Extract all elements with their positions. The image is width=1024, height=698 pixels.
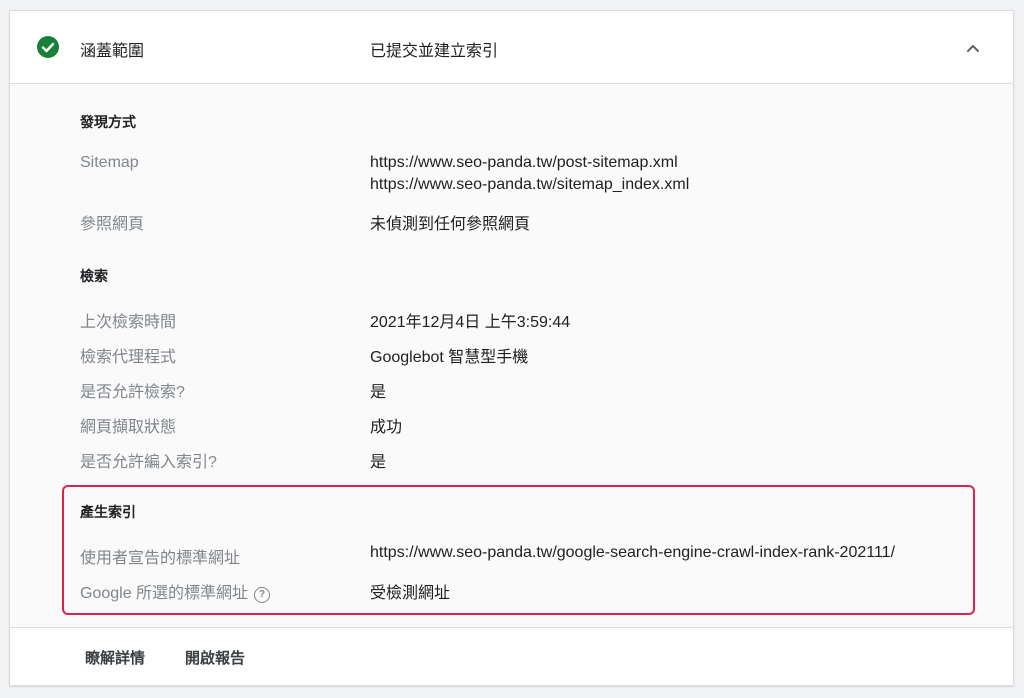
learn-more-button[interactable]: 瞭解詳情 [85,647,145,668]
fetch-status-value: 成功 [370,419,403,436]
indexing-allowed-value: 是 [370,454,387,471]
open-report-button[interactable]: 開啟報告 [185,647,245,668]
fetch-status-label: 網頁擷取狀態 [80,419,177,436]
last-crawl-label: 上次檢索時間 [80,314,177,331]
coverage-label: 涵蓋範圍 [80,43,145,60]
user-canonical-label: 使用者宣告的標準網址 [80,550,241,567]
sitemap-url: https://www.seo-panda.tw/sitemap_index.x… [370,176,690,193]
crawl-title: 檢索 [80,268,108,284]
check-circle-icon [37,36,59,58]
chevron-up-icon[interactable] [962,37,984,59]
google-canonical-row-label: Google 所選的標準網址? [80,579,271,603]
sitemap-url: https://www.seo-panda.tw/post-sitemap.xm… [370,154,678,171]
crawl-allowed-value: 是 [370,384,387,401]
coverage-status: 已提交並建立索引 [370,43,499,60]
sitemap-label: Sitemap [80,154,139,171]
referring-page-value: 未偵測到任何參照網頁 [370,216,531,233]
last-crawl-value: 2021年12月4日 上午3:59:44 [370,314,571,331]
google-canonical-value: 受檢測網址 [370,585,451,602]
indexing-title: 產生索引 [80,504,136,520]
indexing-allowed-label: 是否允許編入索引? [80,454,217,471]
crawler-label: 檢索代理程式 [80,349,177,366]
help-icon[interactable]: ? [254,587,271,603]
discovery-title: 發現方式 [80,114,136,130]
coverage-card: 涵蓋範圍 已提交並建立索引 發現方式 Sitemap https://www.s… [9,10,1014,686]
crawl-allowed-label: 是否允許檢索? [80,384,185,401]
crawler-value: Googlebot 智慧型手機 [370,349,529,366]
user-canonical-value: https://www.seo-panda.tw/google-search-e… [370,544,896,561]
google-canonical-label: Google 所選的標準網址 [80,585,249,602]
coverage-header[interactable]: 涵蓋範圍 已提交並建立索引 [10,11,1013,84]
referring-page-label: 參照網頁 [80,216,145,233]
